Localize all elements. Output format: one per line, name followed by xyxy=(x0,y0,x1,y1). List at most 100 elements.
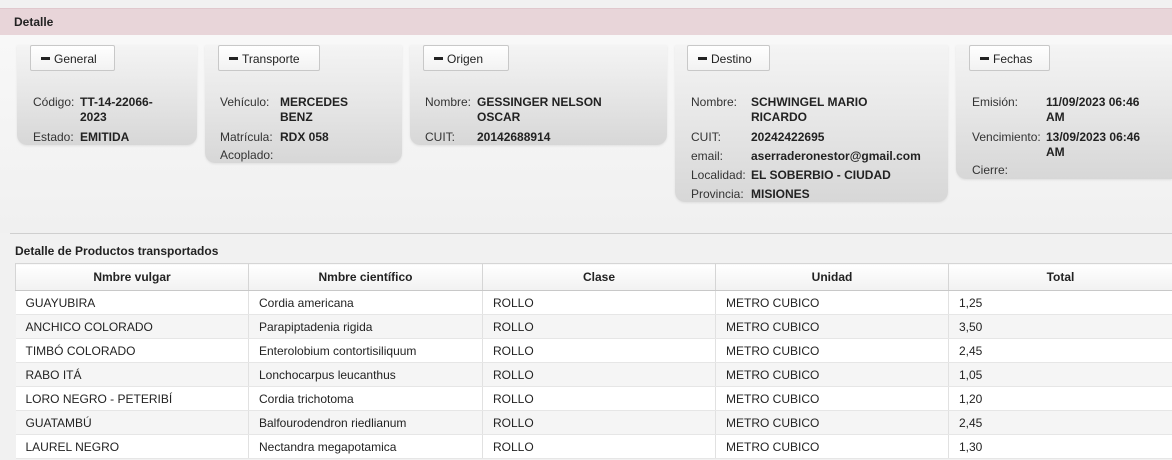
cell-nombre-vulgar: LORO NEGRO - PETERIBÍ xyxy=(15,386,249,411)
cell-clase: ROLLO xyxy=(482,362,716,387)
destino-nombre-value-line-2: RICARDO xyxy=(751,110,807,124)
origen-panel: Origen Nombre: GESSINGER NELSON OSCAR CU… xyxy=(410,45,667,145)
acoplado-field: Acoplado: xyxy=(220,148,273,162)
estado-field: Estado: xyxy=(33,130,74,144)
vencimiento-label: Vencimiento: xyxy=(972,130,1041,144)
origen-nombre-field: Nombre: xyxy=(425,95,471,109)
origen-cuit-label: CUIT: xyxy=(425,130,455,144)
destino-cuit-value: 20242422695 xyxy=(751,130,825,144)
general-toggle-button[interactable]: General xyxy=(30,45,115,71)
products-table: Nmbre vulgar Nmbre científico Clase Unid… xyxy=(15,263,1172,459)
transporte-toggle-button[interactable]: Transporte xyxy=(218,45,320,71)
cell-total: 1,25 xyxy=(948,290,1172,315)
destino-nombre-field: Nombre: xyxy=(691,95,737,109)
table-row[interactable]: GUATAMBÚ Balfourodendron riedlianum ROLL… xyxy=(15,410,1172,435)
cell-unidad: METRO CUBICO xyxy=(715,434,949,459)
minus-icon xyxy=(229,57,238,61)
products-section-title: Detalle de Productos transportados xyxy=(15,244,219,258)
cell-total: 3,50 xyxy=(948,314,1172,339)
table-row[interactable]: LORO NEGRO - PETERIBÍ Cordia trichotoma … xyxy=(15,386,1172,411)
destino-nombre-label: Nombre: xyxy=(691,95,738,109)
table-row[interactable]: GUAYUBIRA Cordia americana ROLLO METRO C… xyxy=(15,290,1172,315)
summary-area: General Código: TT-14-22066- 2023 Estado… xyxy=(0,35,1172,233)
origen-nombre-value-line-2: OSCAR xyxy=(477,110,521,124)
minus-icon xyxy=(698,57,707,61)
emision-field: Emisión: xyxy=(972,95,1018,109)
destino-panel: Destino Nombre: SCHWINGEL MARIO RICARDO … xyxy=(675,45,948,202)
section-divider xyxy=(10,233,1172,234)
emision-value-line-2: AM xyxy=(1046,110,1065,124)
destino-localidad-label: Localidad: xyxy=(691,168,746,182)
vehiculo-value-line-2: BENZ xyxy=(280,110,313,124)
vehiculo-value-line-1: MERCEDES xyxy=(280,95,349,109)
cell-total: 1,30 xyxy=(948,434,1172,459)
fechas-toggle-button[interactable]: Fechas xyxy=(969,45,1050,71)
column-header-clase[interactable]: Clase xyxy=(482,263,716,291)
destino-provincia-label: Provincia: xyxy=(691,187,744,201)
origen-toggle-button[interactable]: Origen xyxy=(423,45,509,71)
destino-cuit-label: CUIT: xyxy=(691,130,721,144)
column-header-nombre-cientifico[interactable]: Nmbre científico xyxy=(248,263,483,291)
table-header-row: Nmbre vulgar Nmbre científico Clase Unid… xyxy=(15,263,1172,291)
destino-email-field: email: xyxy=(691,149,723,163)
cell-unidad: METRO CUBICO xyxy=(715,386,949,411)
codigo-label: Código: xyxy=(33,95,75,109)
destino-localidad-value: EL SOBERBIO - CIUDAD xyxy=(751,168,891,182)
destino-cuit-field: CUIT: xyxy=(691,130,721,144)
general-panel: General Código: TT-14-22066- 2023 Estado… xyxy=(17,45,197,145)
destino-toggle-button[interactable]: Destino xyxy=(687,45,770,71)
vencimiento-value-line-1: 13/09/2023 06:46 xyxy=(1046,130,1141,144)
cell-unidad: METRO CUBICO xyxy=(715,290,949,315)
fechas-button-label: Fechas xyxy=(993,52,1033,66)
column-header-nombre-vulgar[interactable]: Nmbre vulgar xyxy=(15,263,249,291)
table-row[interactable]: ANCHICO COLORADO Parapiptadenia rigida R… xyxy=(15,314,1172,339)
cell-nombre-vulgar: GUAYUBIRA xyxy=(15,290,249,315)
estado-value: EMITIDA xyxy=(80,130,130,144)
cell-clase: ROLLO xyxy=(482,386,716,411)
cell-nombre-cientifico: Cordia trichotoma xyxy=(248,386,483,411)
table-row[interactable]: TIMBÓ COLORADO Enterolobium contortisili… xyxy=(15,338,1172,363)
destino-email-label: email: xyxy=(691,149,724,163)
cell-nombre-cientifico: Cordia americana xyxy=(248,290,483,315)
cell-unidad: METRO CUBICO xyxy=(715,410,949,435)
destino-provincia-value: MISIONES xyxy=(751,187,810,201)
matricula-field: Matrícula: xyxy=(220,130,273,144)
column-header-unidad[interactable]: Unidad xyxy=(715,263,949,291)
cell-nombre-vulgar: RABO ITÁ xyxy=(15,362,249,387)
origen-cuit-field: CUIT: xyxy=(425,130,455,144)
table-row[interactable]: RABO ITÁ Lonchocarpus leucanthus ROLLO M… xyxy=(15,362,1172,387)
emision-value-line-1: 11/09/2023 06:46 xyxy=(1046,95,1140,109)
table-row[interactable]: LAUREL NEGRO Nectandra megapotamica ROLL… xyxy=(15,434,1172,459)
minus-icon xyxy=(41,57,50,61)
cell-unidad: METRO CUBICO xyxy=(715,362,949,387)
destino-nombre-value-line-1: SCHWINGEL MARIO xyxy=(751,95,868,109)
cell-nombre-cientifico: Lonchocarpus leucanthus xyxy=(248,362,483,387)
cell-unidad: METRO CUBICO xyxy=(715,314,949,339)
cell-nombre-cientifico: Parapiptadenia rigida xyxy=(248,314,483,339)
destino-provincia-field: Provincia: xyxy=(691,187,744,201)
origen-cuit-value: 20142688914 xyxy=(477,130,551,144)
cell-nombre-cientifico: Enterolobium contortisiliquum xyxy=(248,338,483,363)
cell-clase: ROLLO xyxy=(482,338,716,363)
destino-email-value: aserraderonestor@gmail.com xyxy=(751,149,921,163)
column-header-total[interactable]: Total xyxy=(948,263,1172,291)
origen-button-label: Origen xyxy=(447,52,484,66)
page-title: Detalle xyxy=(14,15,54,29)
transporte-button-label: Transporte xyxy=(242,52,300,66)
cell-unidad: METRO CUBICO xyxy=(715,338,949,363)
detalle-page: Detalle General Código: TT-14-22066- 202… xyxy=(0,0,1172,460)
origen-nombre-value-line-1: GESSINGER NELSON xyxy=(477,95,602,109)
emision-label: Emisión: xyxy=(972,95,1019,109)
matricula-value: RDX 058 xyxy=(280,130,329,144)
acoplado-label: Acoplado: xyxy=(220,148,274,162)
codigo-field: Código: xyxy=(33,95,74,109)
cell-clase: ROLLO xyxy=(482,434,716,459)
cell-nombre-vulgar: LAUREL NEGRO xyxy=(15,434,249,459)
cierre-field: Cierre: xyxy=(972,163,1008,177)
cell-clase: ROLLO xyxy=(482,290,716,315)
cell-total: 2,45 xyxy=(948,338,1172,363)
detalle-header: Detalle xyxy=(0,8,1172,36)
fechas-panel: Fechas Emisión: 11/09/2023 06:46 AM Venc… xyxy=(956,45,1172,179)
vehiculo-label: Vehículo: xyxy=(220,95,270,109)
general-button-label: General xyxy=(54,52,97,66)
